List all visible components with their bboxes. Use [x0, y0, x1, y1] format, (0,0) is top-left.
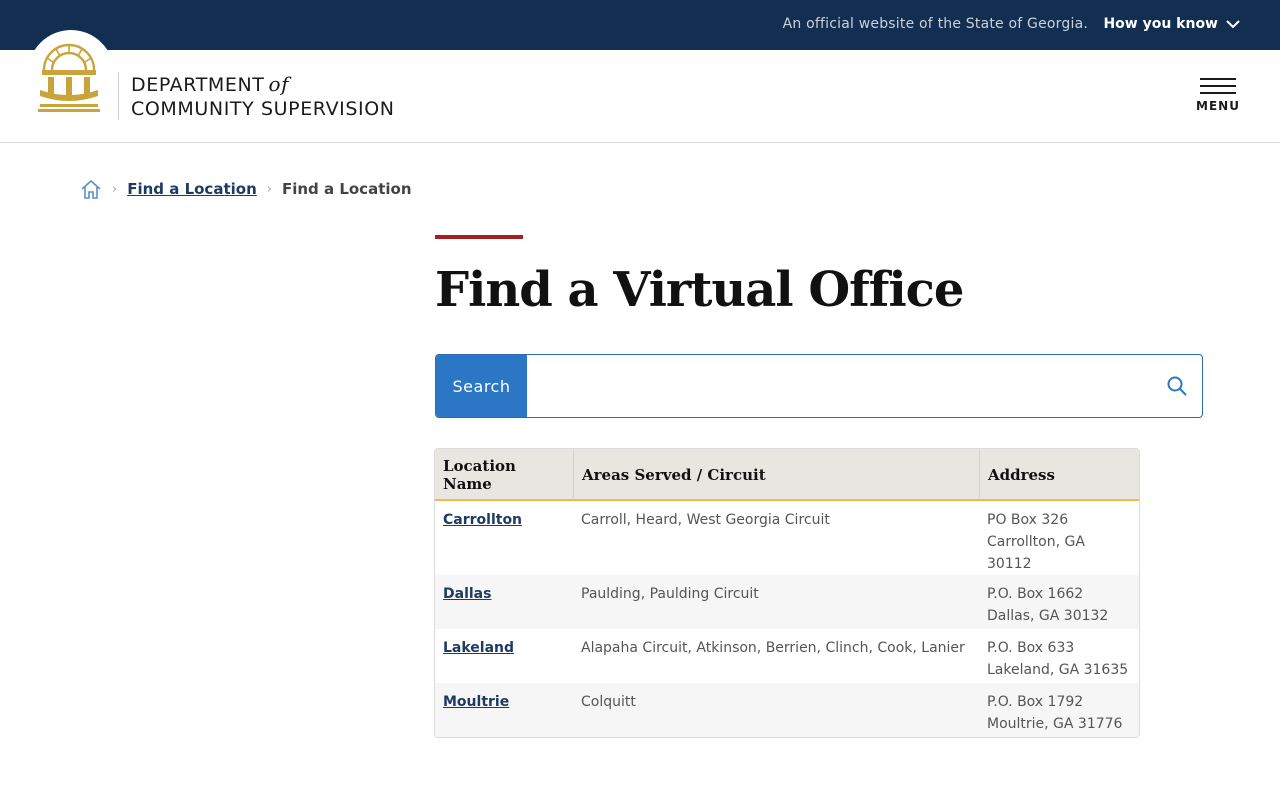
official-site-text: An official website of the State of Geor… — [782, 16, 1088, 32]
areas-cell: Colquitt — [573, 683, 979, 737]
table-row: Moultrie Colquitt P.O. Box 1792 Moultrie,… — [435, 683, 1139, 737]
areas-cell: Paulding, Paulding Circuit — [573, 575, 979, 629]
location-name-cell: Dallas — [435, 575, 573, 629]
location-name-cell: Carrollton — [435, 501, 573, 575]
location-link[interactable]: Dallas — [443, 586, 491, 602]
how-you-know-label: How you know — [1103, 16, 1218, 32]
search-button[interactable]: Search — [436, 355, 527, 417]
address-line2: Dallas, GA 30132 — [987, 608, 1109, 624]
dept-line1: DEPARTMENT — [131, 74, 265, 96]
locations-table: Location Name Areas Served / Circuit Add… — [434, 448, 1140, 738]
hamburger-icon — [1194, 78, 1242, 94]
address-cell: P.O. Box 1662 Dallas, GA 30132 — [979, 575, 1139, 629]
table-header-row: Location Name Areas Served / Circuit Add… — [435, 449, 1139, 501]
address-line2: Lakeland, GA 31635 — [987, 662, 1129, 678]
search-bar: Search — [435, 354, 1203, 418]
column-header-address: Address — [979, 449, 1139, 501]
address-cell: P.O. Box 1792 Moultrie, GA 31776 — [979, 683, 1139, 737]
page-title: Find a Virtual Office — [435, 262, 964, 318]
address-line1: P.O. Box 633 — [987, 640, 1075, 656]
chevron-right-icon: › — [112, 181, 118, 197]
breadcrumb-current: Find a Location — [281, 180, 412, 198]
address-line1: P.O. Box 1792 — [987, 694, 1084, 710]
dept-of: of — [268, 72, 290, 96]
department-name[interactable]: DEPARTMENT of COMMUNITY SUPERVISION — [131, 72, 395, 121]
breadcrumb-link-find-location[interactable]: Find a Location — [127, 180, 257, 198]
address-line1: PO Box 326 — [987, 512, 1069, 528]
areas-cell: Carroll, Heard, West Georgia Circuit — [581, 512, 830, 528]
address-line2: Carrollton, GA 30112 — [987, 534, 1085, 572]
home-icon[interactable] — [80, 178, 102, 200]
chevron-right-icon: › — [266, 181, 272, 197]
address-line2: Moultrie, GA 31776 — [987, 716, 1123, 732]
menu-button[interactable]: MENU — [1194, 78, 1242, 113]
breadcrumb: › Find a Location › Find a Location — [80, 178, 412, 200]
table-row: Carrollton Carroll, Heard, West Georgia … — [435, 501, 1139, 575]
official-banner: An official website of the State of Geor… — [0, 0, 1280, 50]
chevron-down-icon — [1226, 19, 1240, 28]
address-line1: P.O. Box 1662 — [987, 586, 1084, 602]
location-link[interactable]: Moultrie — [443, 694, 509, 710]
location-link[interactable]: Lakeland — [443, 640, 514, 656]
site-header: DEPARTMENT of COMMUNITY SUPERVISION MENU — [0, 30, 1280, 143]
areas-cell: Alapaha Circuit, Atkinson, Berrien, Clin… — [581, 640, 965, 656]
how-you-know-toggle[interactable]: How you know — [1103, 16, 1240, 32]
column-header-location-name: Location Name — [435, 449, 573, 501]
title-accent-line — [435, 235, 523, 239]
search-input[interactable] — [527, 355, 1152, 417]
column-header-areas-served: Areas Served / Circuit — [573, 449, 979, 501]
table-row: Dallas Paulding, Paulding Circuit P.O. B… — [435, 575, 1139, 629]
location-name-cell: Moultrie — [435, 683, 573, 737]
table-row: Lakeland Alapaha Circuit, Atkinson, Berr… — [435, 629, 1139, 683]
location-link[interactable]: Carrollton — [443, 512, 522, 528]
address-cell: PO Box 326 Carrollton, GA 30112 — [979, 501, 1139, 575]
menu-label: MENU — [1196, 99, 1240, 113]
header-divider — [118, 72, 119, 120]
dept-line2: COMMUNITY SUPERVISION — [131, 98, 395, 120]
search-submit[interactable] — [1152, 355, 1202, 417]
seal-logo[interactable] — [28, 30, 114, 116]
search-icon — [1167, 376, 1187, 396]
location-name-cell: Lakeland — [435, 629, 573, 683]
address-cell: P.O. Box 633 Lakeland, GA 31635 — [979, 629, 1139, 683]
georgia-seal-icon — [38, 43, 100, 112]
